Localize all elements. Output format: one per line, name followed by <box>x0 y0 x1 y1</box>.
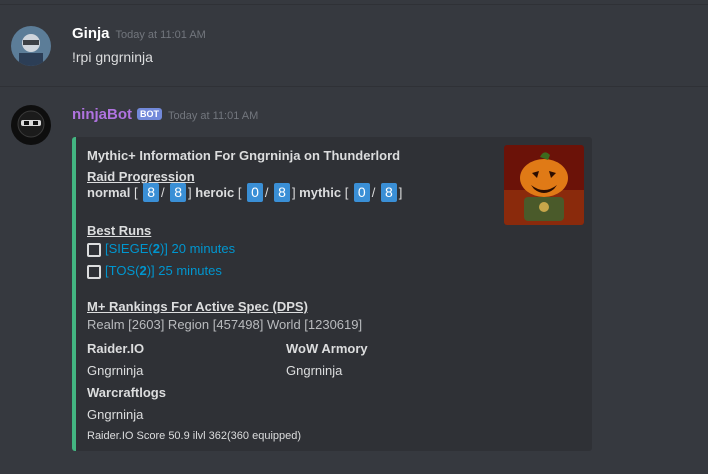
heroic-done: 0 <box>247 183 263 202</box>
timestamp: Today at 11:01 AM <box>168 110 259 122</box>
field-warcraftlogs-link[interactable]: Gngrninja <box>87 407 143 422</box>
run-time: 25 minutes <box>158 263 222 278</box>
author-name[interactable]: ninjaBot <box>72 106 132 123</box>
avatar-ginja[interactable] <box>11 26 51 66</box>
field-warcraftlogs-name: Warcraftlogs <box>87 385 166 400</box>
best-run-item: [TOS(2)] 25 minutes <box>87 263 222 279</box>
field-raiderio-name: Raider.IO <box>87 341 145 356</box>
run-time: 20 minutes <box>171 241 236 256</box>
raid-progression-row: normal [ 8/ 8] heroic [ 0/ 8] mythic [ 0… <box>87 183 403 202</box>
best-run-link[interactable]: [SIEGE(2)] <box>105 241 168 256</box>
best-runs-heading: Best Runs <box>87 223 152 238</box>
field-armory-link[interactable]: Gngrninja <box>286 363 342 378</box>
best-run-link[interactable]: [TOS(2)] <box>105 263 155 278</box>
rankings-text: Realm [2603] Region [457498] World [1230… <box>87 317 363 332</box>
run-dungeon: SIEGE <box>108 241 149 256</box>
best-run-item: [SIEGE(2)] 20 minutes <box>87 241 235 257</box>
mythic-done: 0 <box>353 183 370 202</box>
embed-footer: Raider.IO Score 50.9 ilvl 362(360 equipp… <box>87 430 302 442</box>
message-content: !rpi gngrninja <box>72 49 153 65</box>
raid-progression-heading: Raid Progression <box>87 169 195 184</box>
message-divider <box>0 86 708 87</box>
author-ginja[interactable]: Ginja Today at 11:01 AM <box>72 25 206 42</box>
normal-total: 8 <box>170 183 187 202</box>
run-emoji-icon <box>87 265 101 279</box>
rpi-embed: Mythic+ Information For Gngrninja on Thu… <box>72 137 592 451</box>
normal-done: 8 <box>143 183 159 202</box>
run-dungeon: TOS <box>108 263 136 278</box>
run-level: 2 <box>152 241 160 256</box>
avatar-ninjabot[interactable] <box>11 105 51 145</box>
author-name[interactable]: Ginja <box>72 25 110 42</box>
timestamp: Today at 11:01 AM <box>115 29 206 41</box>
embed-title: Mythic+ Information For Gngrninja on Thu… <box>87 148 401 163</box>
bot-badge: BOT <box>137 108 162 120</box>
author-ninjabot[interactable]: ninjaBot BOT Today at 11:01 AM <box>72 106 258 123</box>
difficulty-normal-label: normal <box>87 185 131 200</box>
field-raiderio-link[interactable]: Gngrninja <box>87 363 143 378</box>
run-emoji-icon <box>87 243 101 257</box>
run-level: 2 <box>139 263 147 278</box>
mythic-total: 8 <box>380 183 397 202</box>
rankings-heading: M+ Rankings For Active Spec (DPS) <box>87 299 308 314</box>
heroic-total: 8 <box>274 183 290 202</box>
top-divider <box>0 4 708 5</box>
difficulty-mythic-label: mythic <box>299 185 342 200</box>
field-armory-name: WoW Armory <box>286 341 368 356</box>
difficulty-heroic-label: heroic <box>195 185 235 200</box>
character-thumbnail[interactable] <box>504 145 584 225</box>
